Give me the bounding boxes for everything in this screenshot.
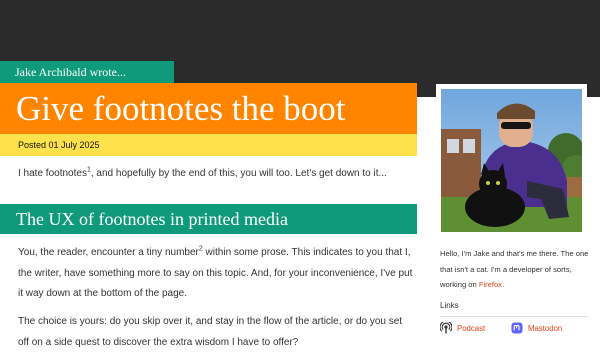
posted-date: Posted 01 July 2025 — [0, 134, 417, 156]
body-paragraph-1: You, the reader, encounter a tiny number… — [18, 243, 413, 305]
links-heading: Links — [440, 301, 459, 310]
podcast-link-label: Podcast — [457, 323, 486, 333]
author-photo — [441, 89, 582, 232]
podcast-link[interactable]: Podcast — [440, 321, 485, 335]
section-heading: The UX of footnotes in printed media — [0, 204, 417, 234]
site-title-link[interactable]: Jake Archibald wrote... — [0, 61, 174, 83]
paragraph-1-start: You, the reader, encounter a tiny number — [18, 247, 199, 258]
mastodon-link[interactable]: Mastodon — [511, 321, 562, 335]
mastodon-icon — [511, 322, 523, 334]
author-bio: Hello, I'm Jake and that's me there. The… — [440, 246, 590, 293]
links-divider — [440, 316, 588, 317]
body-paragraph-2: The choice is yours: do you skip over it… — [18, 316, 403, 348]
firefox-link[interactable]: Firefox — [479, 280, 502, 289]
podcast-icon — [440, 322, 452, 334]
article-title: Give footnotes the boot — [0, 83, 417, 134]
author-photo-frame — [436, 84, 587, 237]
mastodon-link-label: Mastodon — [528, 323, 563, 333]
bio-text-end: . — [502, 280, 505, 289]
intro-paragraph: I hate footnotes1, and hopefully by the … — [18, 164, 413, 184]
intro-text-start: I hate footnotes — [18, 168, 87, 179]
bio-text-start: Hello, I'm Jake and that's me there. The… — [440, 249, 589, 289]
intro-text-end: , and hopefully by the end of this, you … — [90, 168, 387, 179]
